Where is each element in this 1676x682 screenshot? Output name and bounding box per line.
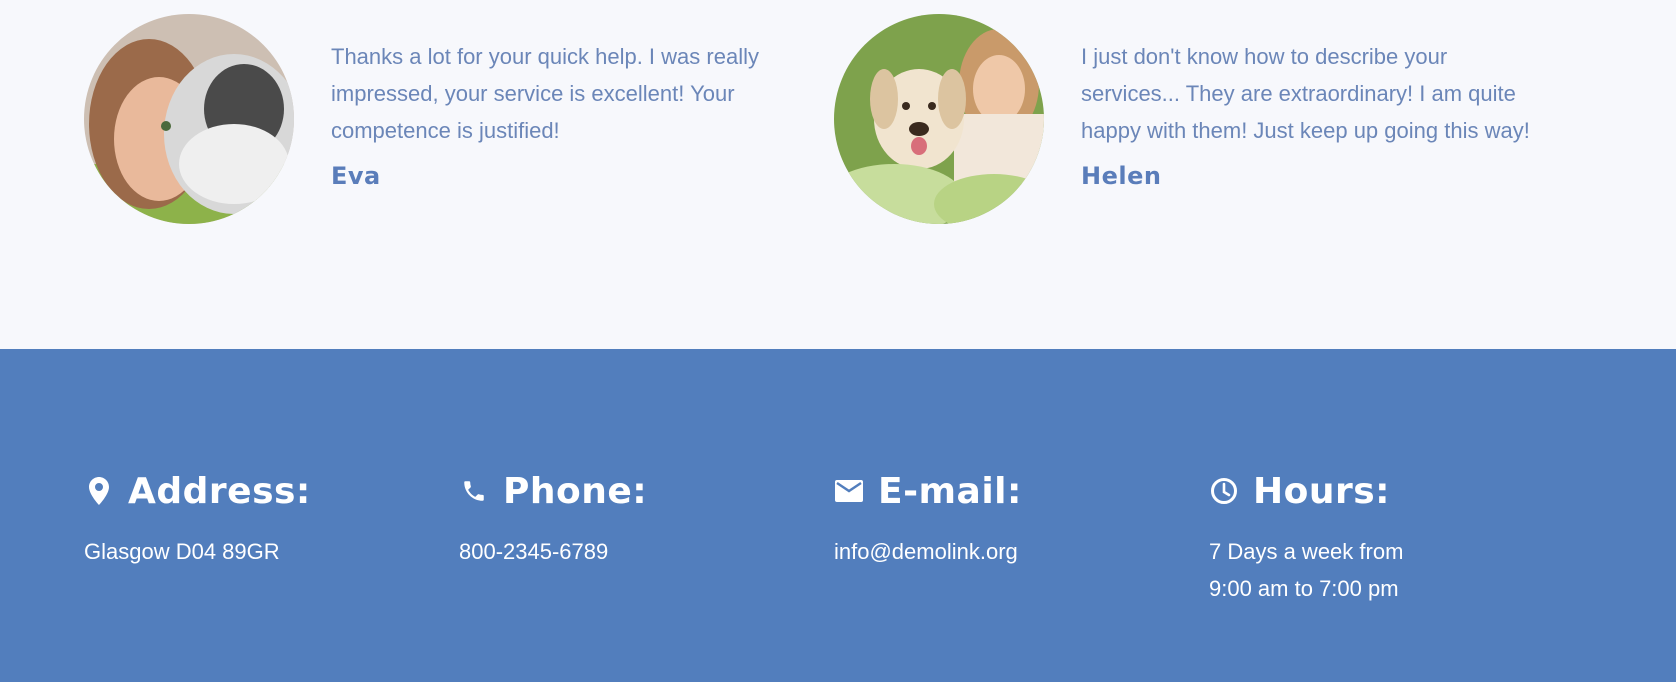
testimonial-quote: I just don't know how to describe your s… [1081,44,1530,143]
address-title: Address: [128,470,311,512]
testimonial-author: Eva [331,162,381,190]
hours-title: Hours: [1253,470,1391,512]
address-text: Glasgow D04 89GR [84,539,280,564]
phone-text[interactable]: 800-2345-6789 [459,533,819,570]
hours-text: 7 Days a week from 9:00 am to 7:00 pm [1209,539,1404,601]
email-block: E-mail: info@demolink.org [834,469,1194,570]
location-pin-icon [84,476,114,506]
avatar [84,14,294,224]
testimonial-quote: Thanks a lot for your quick help. I was … [331,44,759,143]
phone-title: Phone: [503,470,648,512]
testimonials-section: Thanks a lot for your quick help. I was … [0,0,1676,349]
envelope-icon [834,476,864,506]
clock-icon [1209,476,1239,506]
testimonial-author: Helen [1081,162,1162,190]
woman-with-husky-photo [84,14,294,224]
avatar [834,14,1044,224]
address-block: Address: Glasgow D04 89GR [84,469,444,570]
email-link[interactable]: info@demolink.org [834,533,1194,570]
testimonial-card: I just don't know how to describe your s… [834,14,1534,224]
email-title: E-mail: [878,470,1022,512]
phone-block: Phone: 800-2345-6789 [459,469,819,570]
woman-with-labrador-photo [834,14,1044,224]
testimonial-card: Thanks a lot for your quick help. I was … [84,14,784,224]
contact-footer: Address: Glasgow D04 89GR Phone: 800-234… [0,349,1676,682]
phone-icon [459,476,489,506]
hours-block: Hours: 7 Days a week from 9:00 am to 7:0… [1209,469,1569,607]
